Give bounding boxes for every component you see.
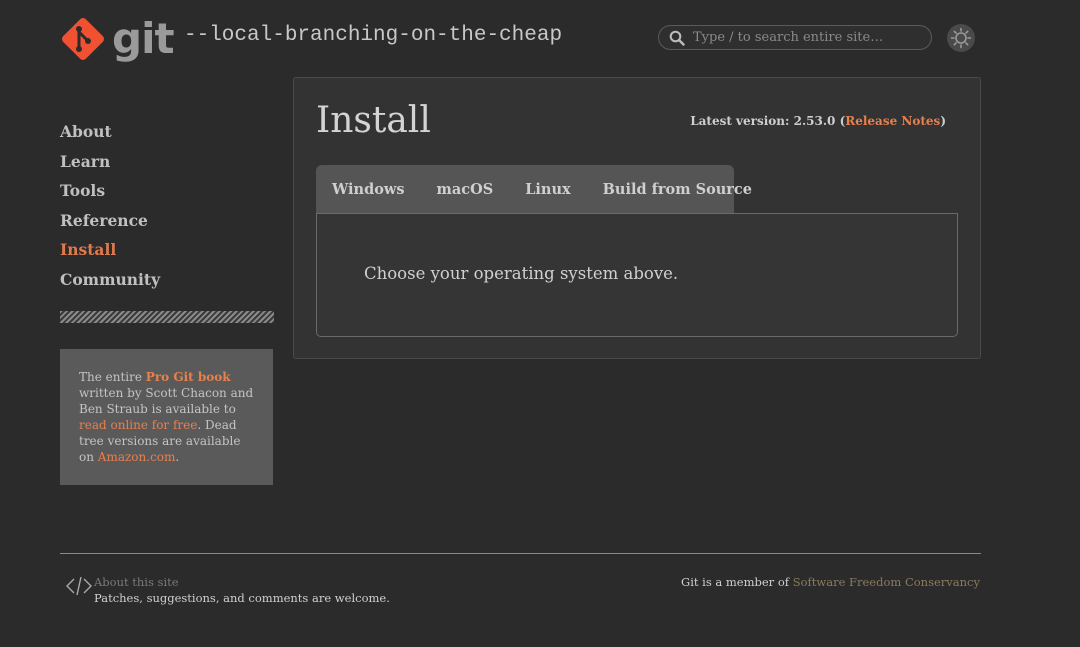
patches-text: Patches, suggestions, and comments are w… <box>94 590 390 605</box>
tagline: --local-branching-on-the-cheap <box>184 24 563 47</box>
sidebar-divider <box>60 311 274 323</box>
search-icon <box>669 30 685 46</box>
git-logo-icon <box>60 16 106 62</box>
about-this-site-link[interactable]: About this site <box>94 575 179 589</box>
sidebar-item-tools[interactable]: Tools <box>60 179 274 209</box>
choose-os-message: Choose your operating system above. <box>364 264 679 283</box>
latest-version-text: Latest version: 2.53.0 ( <box>690 114 846 128</box>
logo-wordmark: git <box>112 14 175 63</box>
tab-linux[interactable]: Linux <box>509 181 586 198</box>
sidebar-item-reference[interactable]: Reference <box>60 209 274 239</box>
pro-git-book-callout: The entire Pro Git book written by Scott… <box>60 349 273 485</box>
tab-build-from-source[interactable]: Build from Source <box>587 181 768 198</box>
latest-version: Latest version: 2.53.0 (Release Notes) <box>690 114 946 128</box>
member-text: Git is a member of <box>681 575 793 589</box>
sfc-link[interactable]: Software Freedom Conservancy <box>793 575 980 589</box>
latest-version-suffix: ) <box>940 114 946 128</box>
search-input[interactable] <box>691 29 925 46</box>
git-logo[interactable]: git <box>60 14 175 63</box>
os-tabs: Windows macOS Linux Build from Source <box>316 165 752 213</box>
book-text-4: . <box>175 450 180 464</box>
sun-icon <box>950 27 972 49</box>
sidebar-item-install[interactable]: Install <box>60 238 274 268</box>
amazon-link[interactable]: Amazon.com <box>98 450 176 464</box>
search-box[interactable] <box>658 25 932 50</box>
book-text-1: The entire <box>79 370 146 384</box>
tab-content: Choose your operating system above. <box>316 213 958 337</box>
release-notes-link[interactable]: Release Notes <box>845 114 940 128</box>
pro-git-book-link[interactable]: Pro Git book <box>146 370 231 384</box>
theme-toggle-button[interactable] <box>947 24 975 52</box>
sidebar-item-about[interactable]: About <box>60 120 274 150</box>
tab-macos[interactable]: macOS <box>421 181 510 198</box>
footer-about: About this site Patches, suggestions, an… <box>66 575 390 606</box>
footer-divider <box>60 553 981 554</box>
book-text-2: written by Scott Chacon and Ben Straub i… <box>79 386 254 416</box>
tab-windows[interactable]: Windows <box>316 181 421 198</box>
sidebar-nav: About Learn Tools Reference Install Comm… <box>60 120 274 297</box>
footer-member: Git is a member of Software Freedom Cons… <box>681 575 980 589</box>
code-icon <box>66 576 92 596</box>
install-panel: Install Latest version: 2.53.0 (Release … <box>293 77 981 359</box>
sidebar-item-learn[interactable]: Learn <box>60 150 274 180</box>
sidebar-item-community[interactable]: Community <box>60 268 274 298</box>
read-online-link[interactable]: read online for free <box>79 418 197 432</box>
page-title: Install <box>316 100 431 141</box>
